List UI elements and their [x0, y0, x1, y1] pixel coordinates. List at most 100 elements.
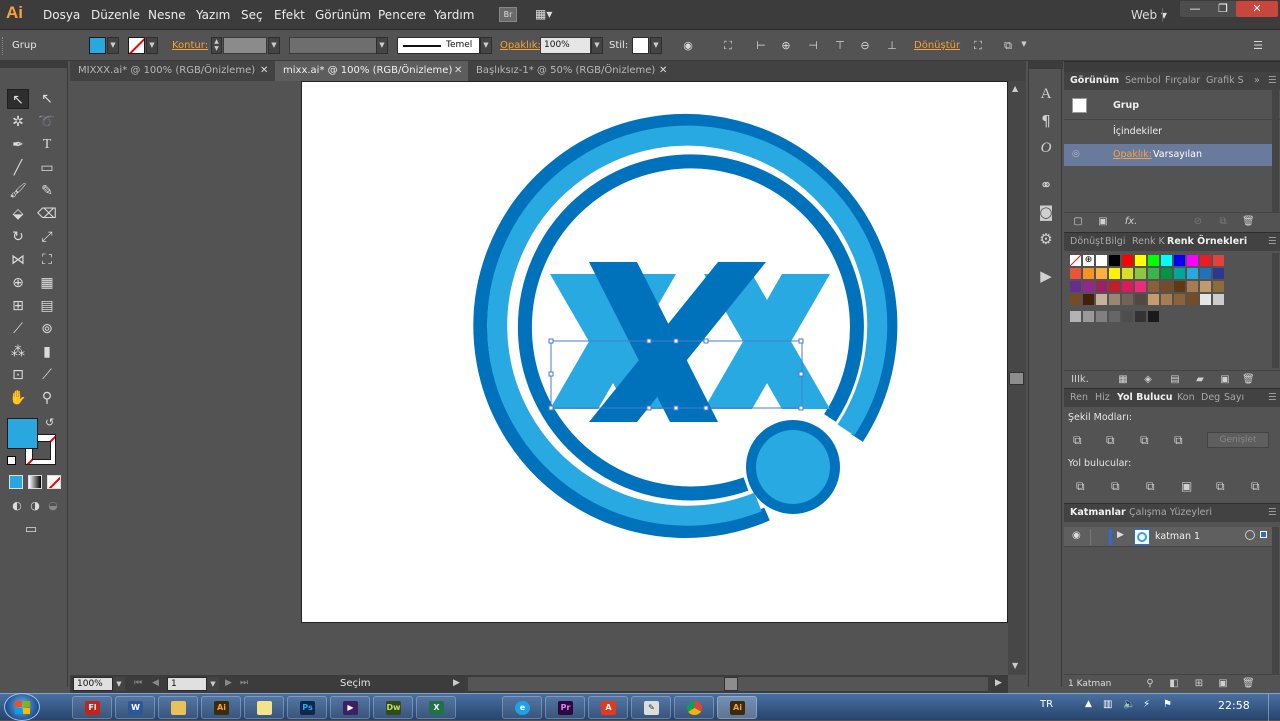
- more-tabs-icon[interactable]: »: [1254, 75, 1260, 86]
- bridge-button[interactable]: Br: [499, 7, 517, 22]
- hand-tool-icon[interactable]: ✋: [7, 388, 29, 408]
- rectangle-tool-icon[interactable]: ▭: [36, 158, 58, 178]
- blob-brush-tool-icon[interactable]: ⬙: [7, 204, 29, 224]
- new-color-group-icon[interactable]: ▰: [1194, 374, 1206, 386]
- panel-scrollbar[interactable]: [1272, 253, 1279, 368]
- direct-selection-tool-icon[interactable]: ↖: [36, 89, 58, 109]
- delete-item-icon[interactable]: 🗑: [1242, 216, 1255, 228]
- color-swatch[interactable]: [1070, 281, 1081, 292]
- menu-duzenle[interactable]: Düzenle: [91, 8, 140, 22]
- taskbar-app-illustrator[interactable]: Ai: [201, 696, 241, 719]
- color-swatch[interactable]: [1109, 281, 1120, 292]
- minus-back-icon[interactable]: ⧉: [1251, 479, 1260, 494]
- tab-sembol[interactable]: Sembol: [1125, 75, 1161, 86]
- lasso-tool-icon[interactable]: ➰: [36, 112, 58, 132]
- contents-row[interactable]: İçindekiler: [1064, 121, 1280, 143]
- trim-icon[interactable]: ⧉: [1111, 479, 1120, 494]
- blend-tool-icon[interactable]: ⊚: [36, 319, 58, 339]
- artboard-tool-icon[interactable]: ⊡: [7, 365, 29, 385]
- screen-mode-icon[interactable]: ▭: [20, 520, 42, 540]
- menu-yardim[interactable]: Yardım: [434, 8, 474, 22]
- scroll-right-icon[interactable]: ▶: [995, 678, 1002, 688]
- menu-gorunum[interactable]: Görünüm: [315, 8, 371, 22]
- expand-layer-icon[interactable]: ▶: [1117, 530, 1124, 540]
- horizontal-scrollbar[interactable]: [468, 677, 988, 691]
- close-tab-icon[interactable]: ✕: [454, 65, 462, 76]
- delete-layer-icon[interactable]: 🗑: [1242, 678, 1255, 690]
- tab-fircalar[interactable]: Fırçalar: [1165, 75, 1200, 86]
- color-swatch[interactable]: [1161, 255, 1172, 266]
- slice-tool-icon[interactable]: ⟋: [36, 365, 58, 385]
- crop-icon[interactable]: ▣: [1181, 479, 1192, 493]
- menu-dosya[interactable]: Dosya: [43, 8, 80, 22]
- show-hidden-icons-icon[interactable]: ▲: [1085, 699, 1092, 709]
- layer-visibility-eye-icon[interactable]: ◉: [1072, 530, 1081, 541]
- eyedropper-tool-icon[interactable]: ⟋: [7, 319, 29, 339]
- color-swatch[interactable]: [1096, 294, 1107, 305]
- color-swatch[interactable]: [1109, 311, 1120, 322]
- layer-target-icon[interactable]: [1245, 530, 1255, 540]
- column-graph-tool-icon[interactable]: ▮: [36, 342, 58, 362]
- color-swatch[interactable]: [1213, 294, 1224, 305]
- color-swatch[interactable]: [1122, 268, 1133, 279]
- color-swatch[interactable]: [1187, 281, 1198, 292]
- unite-icon[interactable]: ⧉: [1073, 433, 1087, 447]
- swatch-libraries-icon[interactable]: IIIk.: [1070, 374, 1090, 386]
- stroke-weight-dropdown[interactable]: ▼: [268, 37, 280, 54]
- color-swatch[interactable]: [1122, 281, 1133, 292]
- color-swatch[interactable]: [1213, 281, 1224, 292]
- style-dropdown[interactable]: ▼: [650, 37, 662, 54]
- taskbar-app-word[interactable]: W: [115, 696, 155, 719]
- stroke-weight-input[interactable]: [223, 37, 267, 54]
- color-swatch[interactable]: [1122, 255, 1133, 266]
- align-right-icon[interactable]: ⊣: [805, 39, 821, 53]
- tab-gorunum[interactable]: Görünüm: [1070, 75, 1119, 86]
- draw-inside-icon[interactable]: ◒: [42, 496, 64, 516]
- paragraph-panel-icon[interactable]: ¶: [1035, 110, 1057, 132]
- artboard-dropdown[interactable]: ▼: [207, 677, 219, 691]
- color-swatch[interactable]: [1083, 311, 1094, 322]
- tab-sayi[interactable]: Sayı: [1224, 392, 1244, 403]
- selection-tool-icon[interactable]: ↖: [7, 89, 29, 109]
- style-swatch[interactable]: [632, 37, 649, 54]
- align-vcenter-icon[interactable]: ⊖: [857, 39, 873, 53]
- tab-basliksiz[interactable]: Başlıksız-1* @ 50% (RGB/Önizleme): [468, 61, 673, 81]
- swatch-grid[interactable]: ⊕: [1069, 254, 1270, 355]
- opentype-panel-icon[interactable]: O: [1035, 137, 1057, 159]
- color-swatch[interactable]: [1135, 294, 1146, 305]
- isolate-group-icon[interactable]: ⛶: [970, 39, 986, 53]
- variable-width-dropdown[interactable]: ▼: [376, 37, 388, 54]
- taskbar-app-photoshop[interactable]: Ps: [287, 696, 327, 719]
- rotate-tool-icon[interactable]: ↻: [7, 227, 29, 247]
- color-swatch[interactable]: [1213, 255, 1224, 266]
- scroll-thumb[interactable]: [1009, 372, 1024, 385]
- taskbar-app-excel[interactable]: X: [416, 696, 456, 719]
- symbol-sprayer-tool-icon[interactable]: ⁂: [7, 342, 29, 362]
- scale-tool-icon[interactable]: ⤢: [36, 227, 58, 247]
- close-tab-icon[interactable]: ✕: [260, 65, 268, 76]
- color-swatch[interactable]: [1096, 255, 1107, 266]
- close-tab-icon[interactable]: ✕: [659, 65, 667, 76]
- clear-appearance-icon[interactable]: ⊘: [1192, 216, 1204, 228]
- menu-nesne[interactable]: Nesne: [148, 8, 186, 22]
- mesh-tool-icon[interactable]: ⊞: [7, 296, 29, 316]
- language-indicator[interactable]: TR: [1040, 699, 1053, 710]
- opacity-label[interactable]: Opaklık:: [1113, 149, 1152, 160]
- new-swatch-icon[interactable]: ▣: [1219, 374, 1231, 386]
- zoom-dropdown[interactable]: ▼: [113, 677, 125, 691]
- tab-yol-bulucu[interactable]: Yol Bulucu: [1117, 392, 1173, 403]
- network-icon[interactable]: ▥: [1103, 699, 1112, 710]
- opacity-row[interactable]: ◎ Opaklık: Varsayılan: [1064, 144, 1274, 166]
- visibility-eye-icon[interactable]: ◎: [1072, 149, 1080, 159]
- color-swatch[interactable]: [1109, 294, 1120, 305]
- volume-icon[interactable]: 🔈: [1123, 699, 1135, 710]
- color-swatch[interactable]: [1096, 311, 1107, 322]
- tab-mixxx[interactable]: MIXXX.ai* @ 100% (RGB/Önizleme): [70, 61, 275, 81]
- layer-row[interactable]: ◉ ▶ katman 1: [1064, 527, 1274, 547]
- color-swatch[interactable]: [1070, 268, 1081, 279]
- minimize-button[interactable]: —: [1180, 1, 1210, 17]
- color-swatch[interactable]: [1122, 294, 1133, 305]
- divide-icon[interactable]: ⧉: [1076, 479, 1085, 494]
- tab-katmanlar[interactable]: Katmanlar: [1070, 507, 1126, 518]
- fill-swatch[interactable]: [89, 37, 106, 54]
